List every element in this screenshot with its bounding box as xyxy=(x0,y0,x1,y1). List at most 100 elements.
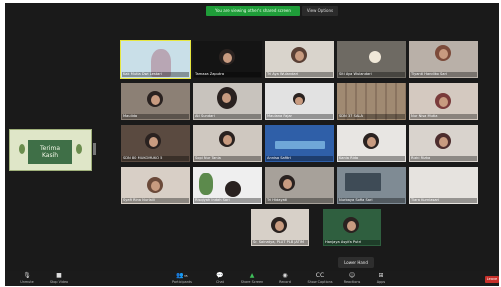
participant-tile[interactable]: Kania Rida xyxy=(337,125,406,162)
participant-name: Tiyanti Handiko Sari xyxy=(410,72,477,77)
view-options-button[interactable]: View Options xyxy=(302,6,338,16)
participant-tile[interactable]: Nurbaya Sofia Sari xyxy=(337,167,406,204)
leaf-decoration-icon xyxy=(19,144,25,154)
participant-tile[interactable]: Sr. Sainatya, PLUT PLB JATIM xyxy=(251,209,309,246)
zoom-meeting-window: You are viewing other's shared screen Vi… xyxy=(5,3,499,286)
participant-face xyxy=(223,53,232,63)
participant-face xyxy=(295,51,304,61)
record-icon: ◉ xyxy=(282,272,288,279)
participant-tile[interactable]: Tri Hidayati xyxy=(265,167,334,204)
participant-face xyxy=(369,51,381,63)
participants-label: Participants xyxy=(172,280,192,284)
participant-tile[interactable]: Tri Aya Wulandari xyxy=(265,41,334,78)
participant-tile[interactable]: Rizki Rizka xyxy=(409,125,478,162)
participant-face xyxy=(151,95,160,105)
lower-hand-button[interactable]: Lower Hand xyxy=(338,257,374,268)
participant-head xyxy=(225,181,241,197)
participant-face xyxy=(439,97,448,107)
participant-name: Sopi Nur Tania xyxy=(194,156,261,161)
participant-tile[interactable]: Hanjaya Asyifa Putri xyxy=(323,209,381,246)
apps-button[interactable]: ⊞ Apps xyxy=(371,271,391,286)
stop-video-label: Stop Video xyxy=(49,280,69,284)
chat-label: Chat xyxy=(216,280,224,284)
share-screen-button[interactable]: ▲ Share Screen xyxy=(237,271,267,286)
share-screen-icon: ▲ xyxy=(249,272,255,279)
participant-face xyxy=(295,97,303,105)
shared-screen-thumbnail[interactable]: Terima Kasih xyxy=(9,129,92,171)
show-captions-button[interactable]: CC Show Captions xyxy=(305,271,335,286)
meeting-toolbar: 🎙 Unmute ■ Stop Video 👥35 Participants 💬… xyxy=(5,271,499,286)
participant-face xyxy=(283,179,292,189)
chat-bubble-icon: 💬 xyxy=(216,272,224,279)
reactions-button[interactable]: ☺ Reactions xyxy=(339,271,365,286)
participant-tile[interactable]: Tiara Kurniasari xyxy=(409,167,478,204)
participant-tile[interactable]: Syafi Rina Nurlaili xyxy=(121,167,190,204)
participant-name: Sr. Sainatya, PLUT PLB JATIM xyxy=(252,240,308,245)
participant-tile[interactable]: Maulida xyxy=(121,83,190,120)
participant-face xyxy=(439,137,448,147)
terima-kasih-badge: Terima Kasih xyxy=(28,140,72,164)
participant-name: Annisa Safitri xyxy=(266,156,333,161)
tv-screen xyxy=(345,173,381,191)
unmute-label: Unmute xyxy=(20,280,34,284)
chat-button[interactable]: 💬 Chat xyxy=(209,271,231,286)
participant-name: Hanjaya Asyifa Putri xyxy=(324,240,380,245)
participant-name: Rizki Rizka xyxy=(410,156,477,161)
participant-tile[interactable]: SDN 37 SALA xyxy=(337,83,406,120)
video-camera-icon: ■ xyxy=(56,272,62,279)
leave-meeting-button[interactable]: Leave xyxy=(485,276,499,283)
participant-name: Risqiyah Indah Sari xyxy=(194,198,261,203)
participant-name: Tri Aya Wulandari xyxy=(266,72,333,77)
participant-name: Tiara Kurniasari xyxy=(410,198,477,203)
participant-face xyxy=(223,135,232,145)
participant-face xyxy=(275,221,284,231)
participant-name: Siti Aya Wulandari xyxy=(338,72,405,77)
share-line-2: Kasih xyxy=(41,152,59,159)
participants-icon: 👥35 xyxy=(176,272,188,279)
participant-tile[interactable]: Tiyanti Handiko Sari xyxy=(409,41,478,78)
participant-tile[interactable]: Ati Sundari xyxy=(193,83,262,120)
reactions-label: Reactions xyxy=(343,280,361,284)
participants-count: 35 xyxy=(183,274,188,278)
participant-face xyxy=(347,221,356,231)
show-captions-label: Show Captions xyxy=(307,280,333,284)
record-label: Record xyxy=(279,280,291,284)
reactions-icon: ☺ xyxy=(348,272,356,279)
record-button[interactable]: ◉ Record xyxy=(273,271,297,286)
participant-tile[interactable]: Annisa Safitri xyxy=(265,125,334,162)
viewing-shared-screen-banner: You are viewing other's shared screen xyxy=(206,6,300,16)
participant-name: Kak Mutia Dwi Lestari xyxy=(122,72,189,77)
participant-tile[interactable]: SDN 80 MUKOMUKO 5 xyxy=(121,125,190,162)
plant-decoration xyxy=(199,173,213,195)
participant-name: SDN 37 SALA xyxy=(338,114,405,119)
participant-tile[interactable]: Sopi Nur Tania xyxy=(193,125,262,162)
participant-name: Nurbaya Sofia Sari xyxy=(338,198,405,203)
participant-tile[interactable]: Risqiyah Indah Sari xyxy=(193,167,262,204)
participant-face xyxy=(151,181,160,191)
participant-tile[interactable]: Maulana Fajar xyxy=(265,83,334,120)
participant-name: Tri Hidayati xyxy=(266,198,333,203)
participant-face xyxy=(439,49,448,59)
participant-name: Nur Nisa Mutia xyxy=(410,114,477,119)
participant-name: Ati Sundari xyxy=(194,114,261,119)
apps-label: Apps xyxy=(376,280,386,284)
participant-name: SDN 80 MUKOMUKO 5 xyxy=(122,156,189,161)
share-screen-label: Share Screen xyxy=(240,280,264,284)
participant-name: Kania Rida xyxy=(338,156,405,161)
captions-icon: CC xyxy=(315,272,325,279)
stop-video-button[interactable]: ■ Stop Video xyxy=(45,271,73,286)
participant-face xyxy=(222,93,231,103)
leaf-decoration-icon xyxy=(76,144,82,154)
participant-tile[interactable]: Tamaza Zaputra xyxy=(193,41,262,78)
unmute-button[interactable]: 🎙 Unmute xyxy=(15,271,39,286)
room-object xyxy=(275,141,325,149)
participant-face xyxy=(149,137,158,147)
participant-name: Tamaza Zaputra xyxy=(194,72,261,77)
participant-tile[interactable]: Siti Aya Wulandari xyxy=(337,41,406,78)
participant-tile[interactable]: Nur Nisa Mutia xyxy=(409,83,478,120)
apps-icon: ⊞ xyxy=(378,272,384,279)
participant-tile[interactable]: Kak Mutia Dwi Lestari xyxy=(120,40,191,79)
participant-name: Maulana Fajar xyxy=(266,114,333,119)
participants-button[interactable]: 👥35 Participants xyxy=(167,271,197,286)
collapse-share-handle[interactable] xyxy=(93,143,96,155)
